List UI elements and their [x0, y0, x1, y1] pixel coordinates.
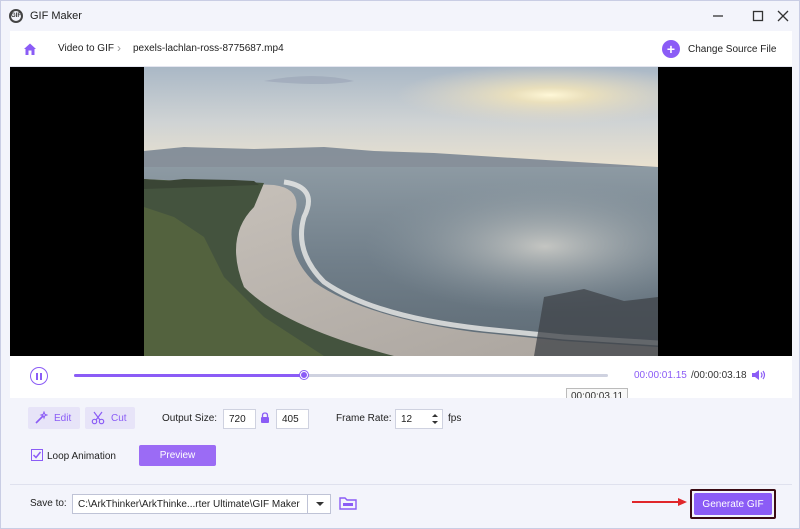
folder-icon — [339, 497, 357, 510]
fps-unit: fps — [448, 413, 462, 424]
save-path-dropdown-button[interactable] — [307, 494, 331, 514]
save-path-field[interactable]: C:\ArkThinker\ArkThinke...rter Ultimate\… — [72, 494, 331, 514]
generate-gif-label: Generate GIF — [702, 498, 764, 510]
change-source-file-label: Change Source File — [688, 43, 777, 55]
home-button[interactable] — [22, 41, 38, 57]
open-folder-button[interactable] — [339, 495, 357, 514]
loop-animation-label: Loop Animation — [47, 451, 116, 462]
output-width-input[interactable]: 720 — [223, 409, 256, 429]
video-preview[interactable] — [10, 67, 792, 356]
breadcrumb: Video to GIF › pexels-lachlan-ross-87756… — [10, 31, 792, 67]
volume-button[interactable] — [751, 368, 767, 385]
cut-button[interactable]: Cut — [85, 407, 135, 429]
generate-gif-highlight: Generate GIF — [690, 489, 776, 519]
maximize-icon — [752, 10, 764, 22]
close-button[interactable] — [772, 6, 794, 26]
home-icon — [24, 43, 36, 55]
stepper-arrows-icon[interactable] — [431, 412, 439, 426]
total-time: /00:00:03.18 — [691, 370, 747, 381]
app-logo-text: GIF — [11, 13, 21, 19]
gif-maker-window: GIF GIF Maker Video to GIF › pexels-lach… — [0, 0, 800, 529]
pause-icon-bar — [40, 372, 42, 380]
window-title: GIF Maker — [30, 10, 82, 22]
cut-label: Cut — [111, 412, 127, 424]
save-path-value: C:\ArkThinker\ArkThinke...rter Ultimate\… — [78, 499, 300, 510]
gif-options-panel: Edit Cut Output Size: 720 405 Frame Rate… — [10, 398, 792, 484]
save-to-label: Save to: — [30, 498, 67, 509]
loop-animation-checkbox[interactable] — [31, 449, 43, 461]
breadcrumb-filename: pexels-lachlan-ross-8775687.mp4 — [133, 43, 284, 54]
chevron-right-icon: › — [117, 41, 121, 55]
frame-rate-label: Frame Rate: — [336, 413, 392, 424]
chevron-down-icon — [315, 502, 324, 506]
preview-label: Preview — [159, 450, 196, 461]
minimize-icon — [713, 15, 723, 17]
frame-rate-stepper[interactable]: 12 — [395, 409, 443, 429]
aspect-lock-button[interactable] — [260, 412, 270, 427]
volume-icon — [752, 370, 766, 380]
edit-button[interactable]: Edit — [28, 407, 80, 429]
output-height-input[interactable]: 405 — [276, 409, 309, 429]
pause-icon-bar — [36, 372, 38, 380]
lock-icon — [261, 412, 269, 423]
video-frame — [144, 67, 658, 356]
frame-rate-value: 12 — [401, 414, 413, 425]
magic-wand-icon — [35, 411, 48, 424]
playback-controls: 00:00:01.15 /00:00:03.18 — [10, 356, 792, 398]
output-size-label: Output Size: — [162, 413, 218, 424]
close-icon — [777, 10, 789, 22]
maximize-button[interactable] — [747, 6, 769, 26]
timeline-handle[interactable] — [299, 371, 308, 379]
beach-sunset-video-frame — [144, 67, 658, 356]
minimize-button[interactable] — [707, 6, 729, 26]
generate-gif-button[interactable]: Generate GIF — [694, 493, 772, 515]
breadcrumb-video-to-gif[interactable]: Video to GIF — [58, 43, 114, 54]
pause-button[interactable] — [30, 367, 48, 385]
timeline-progress — [74, 374, 304, 377]
current-time: 00:00:01.15 — [634, 370, 687, 381]
checkmark-icon — [32, 451, 42, 459]
red-arrow-annotation — [632, 498, 687, 506]
scissors-icon — [91, 411, 105, 425]
timeline-slider[interactable] — [74, 371, 608, 379]
edit-label: Edit — [54, 412, 72, 424]
plus-icon: + — [662, 40, 680, 58]
change-source-file-button[interactable]: + Change Source File — [662, 39, 776, 59]
title-bar: GIF GIF Maker — [1, 1, 799, 31]
preview-button[interactable]: Preview — [139, 445, 216, 466]
app-logo-icon: GIF — [9, 9, 23, 23]
